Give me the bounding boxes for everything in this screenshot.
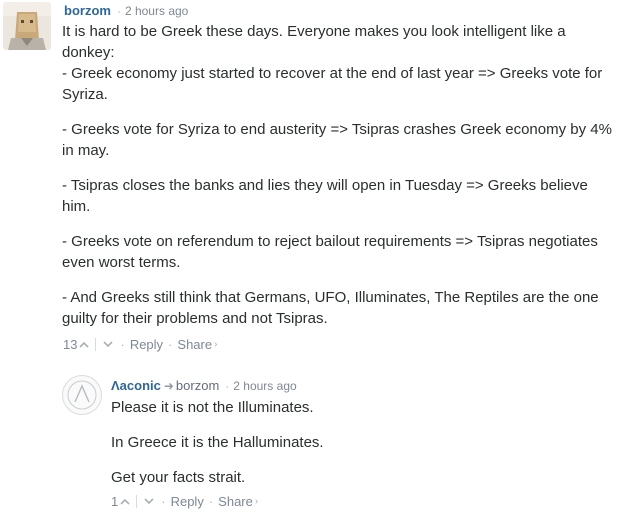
vote-divider [136,495,138,508]
parent-author-link[interactable]: borzom [176,378,219,393]
downvote-icon[interactable] [142,496,156,508]
separator-dot: · [116,4,121,18]
author-name[interactable]: Λaconic [111,378,161,393]
reply-button[interactable]: Reply [171,494,204,509]
vote-divider [95,338,97,351]
vote-count: 1 [111,494,119,509]
comment-paragraph: Please it is not the Illuminates. [111,399,314,416]
avatar[interactable] [3,2,51,50]
chevron-right-icon: › [214,339,218,350]
vote-count: 13 [63,337,78,352]
separator-dot: · [161,494,166,509]
downvote-icon[interactable] [101,339,115,351]
author-name[interactable]: borzom [64,3,111,18]
separator-dot: · [225,379,230,393]
comment-paragraph: - And Greeks still think that Germans, U… [62,289,599,327]
chevron-right-icon: › [254,496,259,507]
timestamp[interactable]: 2 hours ago [233,379,296,393]
separator-dot: · [120,337,125,352]
comment-paragraph: - Tsipras closes the banks and lies they… [62,177,588,215]
separator-dot: · [168,337,173,352]
comment-footer: 13 · Reply · Share › [63,337,217,352]
comment-paragraph: In Greece it is the Halluminates. [111,434,324,451]
share-button[interactable]: Share [177,337,212,352]
comment-body: It is hard to be Greek these days. Every… [62,21,612,343]
comment-paragraph: - Greeks vote for Syriza to end austerit… [62,121,612,159]
avatar[interactable] [62,375,102,415]
upvote-icon[interactable] [118,496,132,508]
separator-dot: · [208,494,214,509]
comment-header: borzom · 2 hours ago [64,3,188,18]
comment-footer: 1 · Reply · Share › [111,494,258,509]
share-button[interactable]: Share [218,494,253,509]
comment-paragraph: - Greeks vote on referendum to reject ba… [62,233,598,271]
comment-body: Please it is not the Illuminates. In Gre… [111,397,611,502]
upvote-icon[interactable] [77,339,91,351]
comment-header: Λaconic ➜ borzom · 2 hours ago [111,378,297,393]
reply-button[interactable]: Reply [130,337,163,352]
reply-arrow-icon: ➜ [163,379,174,393]
comment-paragraph: Get your facts strait. [111,469,246,486]
timestamp[interactable]: 2 hours ago [125,4,188,18]
comment-paragraph: It is hard to be Greek these days. Every… [62,23,603,103]
